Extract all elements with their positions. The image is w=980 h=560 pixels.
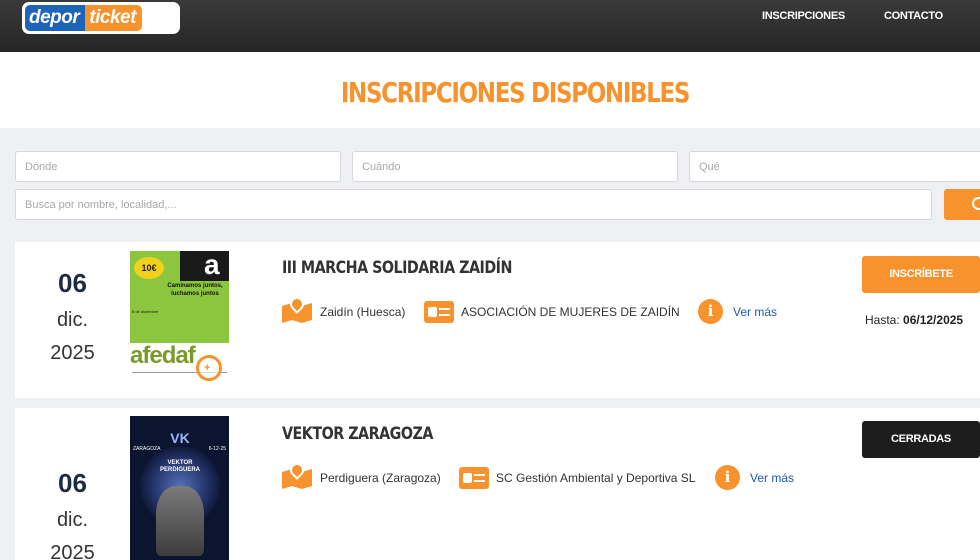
event-poster[interactable]: ZARAGOZA 6-12-25 VK VEKTOR PERDIGUERA — [130, 416, 229, 560]
event-card: 06 dic. 2025 ZARAGOZA 6-12-25 VK VEKTOR … — [15, 408, 980, 560]
organizer-text: SC Gestión Ambiental y Deportiva SL — [496, 471, 696, 485]
poster-slogan: Caminamos juntos, luchamos juntos — [167, 283, 223, 297]
poster-date-line: 6 de diciembre — [132, 309, 159, 314]
deadline-date: 06/12/2025 — [903, 313, 964, 327]
event-organizer: SC Gestión Ambiental y Deportiva SL — [459, 467, 695, 489]
deadline-label: Hasta: — [865, 313, 900, 327]
event-month: dic. — [56, 309, 89, 331]
nav-inscripciones[interactable]: INSCRIPCIONES — [762, 10, 845, 24]
zoom-icon[interactable]: + — [196, 355, 222, 381]
search-button[interactable] — [944, 189, 980, 220]
event-year: 2025 — [50, 342, 95, 364]
logo-part-ticket: ticket — [85, 5, 142, 31]
event-year: 2025 — [50, 542, 95, 560]
id-card-icon — [459, 467, 489, 489]
poster-title: VEKTOR PERDIGUERA — [150, 460, 210, 474]
deporticket-logo[interactable]: depor ticket — [22, 2, 180, 34]
page-title: INSCRIPCIONES DISPONIBLES — [340, 76, 691, 109]
ver-mas-link[interactable]: Ver más — [733, 305, 777, 319]
search-input[interactable] — [15, 189, 932, 220]
info-icon[interactable]: i — [698, 299, 723, 324]
event-more-info[interactable]: i Ver más — [698, 299, 777, 324]
event-day: 06 — [58, 468, 87, 498]
id-card-icon — [424, 301, 454, 323]
poster-logo: VK — [170, 430, 190, 446]
organizer-text: ASOCIACIÓN DE MUJERES DE ZAIDÍN — [461, 305, 680, 319]
event-poster[interactable]: a 10€ Caminamos juntos, luchamos juntos … — [130, 251, 229, 385]
ver-mas-link[interactable]: Ver más — [750, 471, 794, 485]
event-more-info[interactable]: i Ver más — [715, 465, 794, 490]
event-title[interactable]: III MARCHA SOLIDARIA ZAIDÍN — [282, 258, 512, 278]
que-input[interactable] — [689, 151, 980, 182]
search-icon — [972, 197, 980, 210]
nav-contacto[interactable]: CONTACTO — [884, 10, 943, 24]
poster-date: 6-12-25 — [208, 446, 226, 452]
poster-title-line1: VEKTOR — [167, 460, 193, 466]
poster-city: ZARAGOZA — [133, 446, 161, 452]
event-card: 06 dic. 2025 a 10€ Caminamos juntos, luc… — [15, 242, 980, 398]
event-month: dic. — [56, 509, 89, 531]
location-text: Perdiguera (Zaragoza) — [320, 471, 441, 485]
top-navbar: depor ticket INSCRIPCIONES CONTACTO — [0, 0, 980, 52]
poster-figure — [156, 486, 204, 556]
event-organizer: ASOCIACIÓN DE MUJERES DE ZAIDÍN — [424, 301, 680, 323]
poster-title-line2: PERDIGUERA — [159, 467, 200, 473]
map-icon — [282, 294, 312, 325]
poster-letter: a — [204, 251, 220, 280]
event-day: 06 — [58, 268, 87, 298]
event-location: Zaidín (Huesca) — [282, 294, 406, 325]
location-text: Zaidín (Huesca) — [320, 305, 406, 319]
event-date: 06 dic. 2025 — [15, 268, 130, 365]
event-title[interactable]: VEKTOR ZARAGOZA — [282, 424, 433, 444]
cuando-input[interactable] — [352, 151, 678, 182]
poster-price-badge: 10€ — [134, 257, 164, 279]
poster-header: ZARAGOZA 6-12-25 — [133, 446, 226, 452]
event-location: Perdiguera (Zaragoza) — [282, 460, 441, 491]
logo-part-depor: depor — [25, 5, 86, 31]
title-band: INSCRIPCIONES DISPONIBLES — [0, 52, 980, 128]
inscribete-button[interactable]: INSCRÍBETE — [862, 256, 980, 293]
info-icon[interactable]: i — [715, 465, 740, 490]
event-date: 06 dic. 2025 — [15, 468, 130, 560]
cerradas-button: CERRADAS — [862, 421, 980, 458]
donde-input[interactable] — [15, 151, 341, 182]
map-icon — [282, 460, 312, 491]
deadline: Hasta: 06/12/2025 — [865, 313, 963, 327]
